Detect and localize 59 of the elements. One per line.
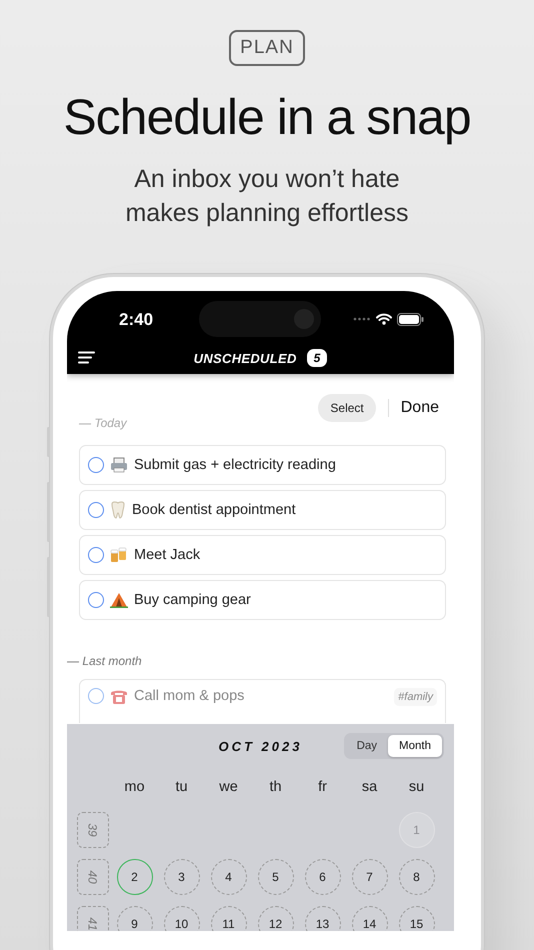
calendar-day[interactable]: 14 <box>352 906 388 931</box>
printer-icon <box>110 457 128 473</box>
select-button[interactable]: Select <box>318 394 376 422</box>
calendar-day[interactable]: 8 <box>398 858 434 894</box>
view-tab[interactable]: Day <box>346 735 388 757</box>
task-tag: #family <box>394 688 437 706</box>
headline: Schedule in a snap <box>63 88 471 146</box>
weekday-label: sa <box>360 778 378 797</box>
weekday-label: we <box>218 778 239 797</box>
task-title: Meet Jack <box>134 547 200 563</box>
view-tab[interactable]: Month <box>388 735 442 757</box>
weekday-label: su <box>408 778 426 797</box>
task-title: Buy camping gear <box>134 592 251 608</box>
beer-mugs-icon <box>110 547 128 563</box>
task-row[interactable]: Submit gas + electricity reading <box>79 445 446 485</box>
checkbox[interactable] <box>88 547 104 563</box>
checkbox[interactable] <box>88 457 104 473</box>
section-label: — Last month <box>67 654 143 668</box>
weekday-label: tu <box>174 778 189 797</box>
task-row[interactable]: Meet Jack <box>79 535 446 575</box>
task-title: Submit gas + electricity reading <box>134 457 336 473</box>
calendar-day[interactable]: 12 <box>258 906 294 931</box>
tooth-icon <box>110 501 126 519</box>
checkbox[interactable] <box>88 502 104 518</box>
subtitle: An inbox you won’t hate makes planning effortless <box>125 164 409 229</box>
plan-badge: PLAN <box>229 30 305 66</box>
calendar-day[interactable]: 13 <box>304 906 340 931</box>
status-time: 2:40 <box>119 309 154 330</box>
task-title: Book dentist appointment <box>132 502 296 518</box>
task-title: Call mom & pops <box>134 688 244 704</box>
calendar-day[interactable]: 4 <box>210 858 246 894</box>
wifi-icon <box>376 313 392 325</box>
task-row[interactable]: Buy camping gear <box>79 580 446 620</box>
weekday-label: mo <box>123 778 146 797</box>
calendar-day[interactable]: 5 <box>258 858 294 894</box>
calendar-day[interactable]: 7 <box>352 858 388 894</box>
section-label: — Today <box>79 416 128 430</box>
tent-icon <box>110 592 128 608</box>
menu-icon[interactable] <box>78 351 95 364</box>
calendar-day[interactable]: 3 <box>164 858 200 894</box>
checkbox[interactable] <box>88 688 104 704</box>
checkbox[interactable] <box>88 592 104 608</box>
count-badge: 5 <box>306 349 328 367</box>
weekday-label: th <box>268 778 283 797</box>
task-row[interactable]: Call mom & pops #family <box>79 679 446 723</box>
done-button[interactable]: Done <box>400 399 439 417</box>
signal-icon <box>353 317 371 321</box>
calendar-day[interactable]: 11 <box>210 906 246 931</box>
calendar-day[interactable]: 9 <box>116 906 152 931</box>
task-row[interactable]: Book dentist appointment <box>79 490 446 530</box>
weekday-label: fr <box>317 778 328 797</box>
calendar-day[interactable]: 2 <box>116 858 152 894</box>
battery-icon <box>397 312 424 326</box>
calendar-day[interactable]: 15 <box>398 906 434 931</box>
calendar-day[interactable]: 6 <box>304 858 340 894</box>
month-title: OCT 2023 <box>218 738 302 754</box>
calendar-day[interactable]: 10 <box>164 906 200 931</box>
telephone-icon <box>110 688 128 705</box>
screen-title: UNSCHEDULED <box>194 350 297 366</box>
